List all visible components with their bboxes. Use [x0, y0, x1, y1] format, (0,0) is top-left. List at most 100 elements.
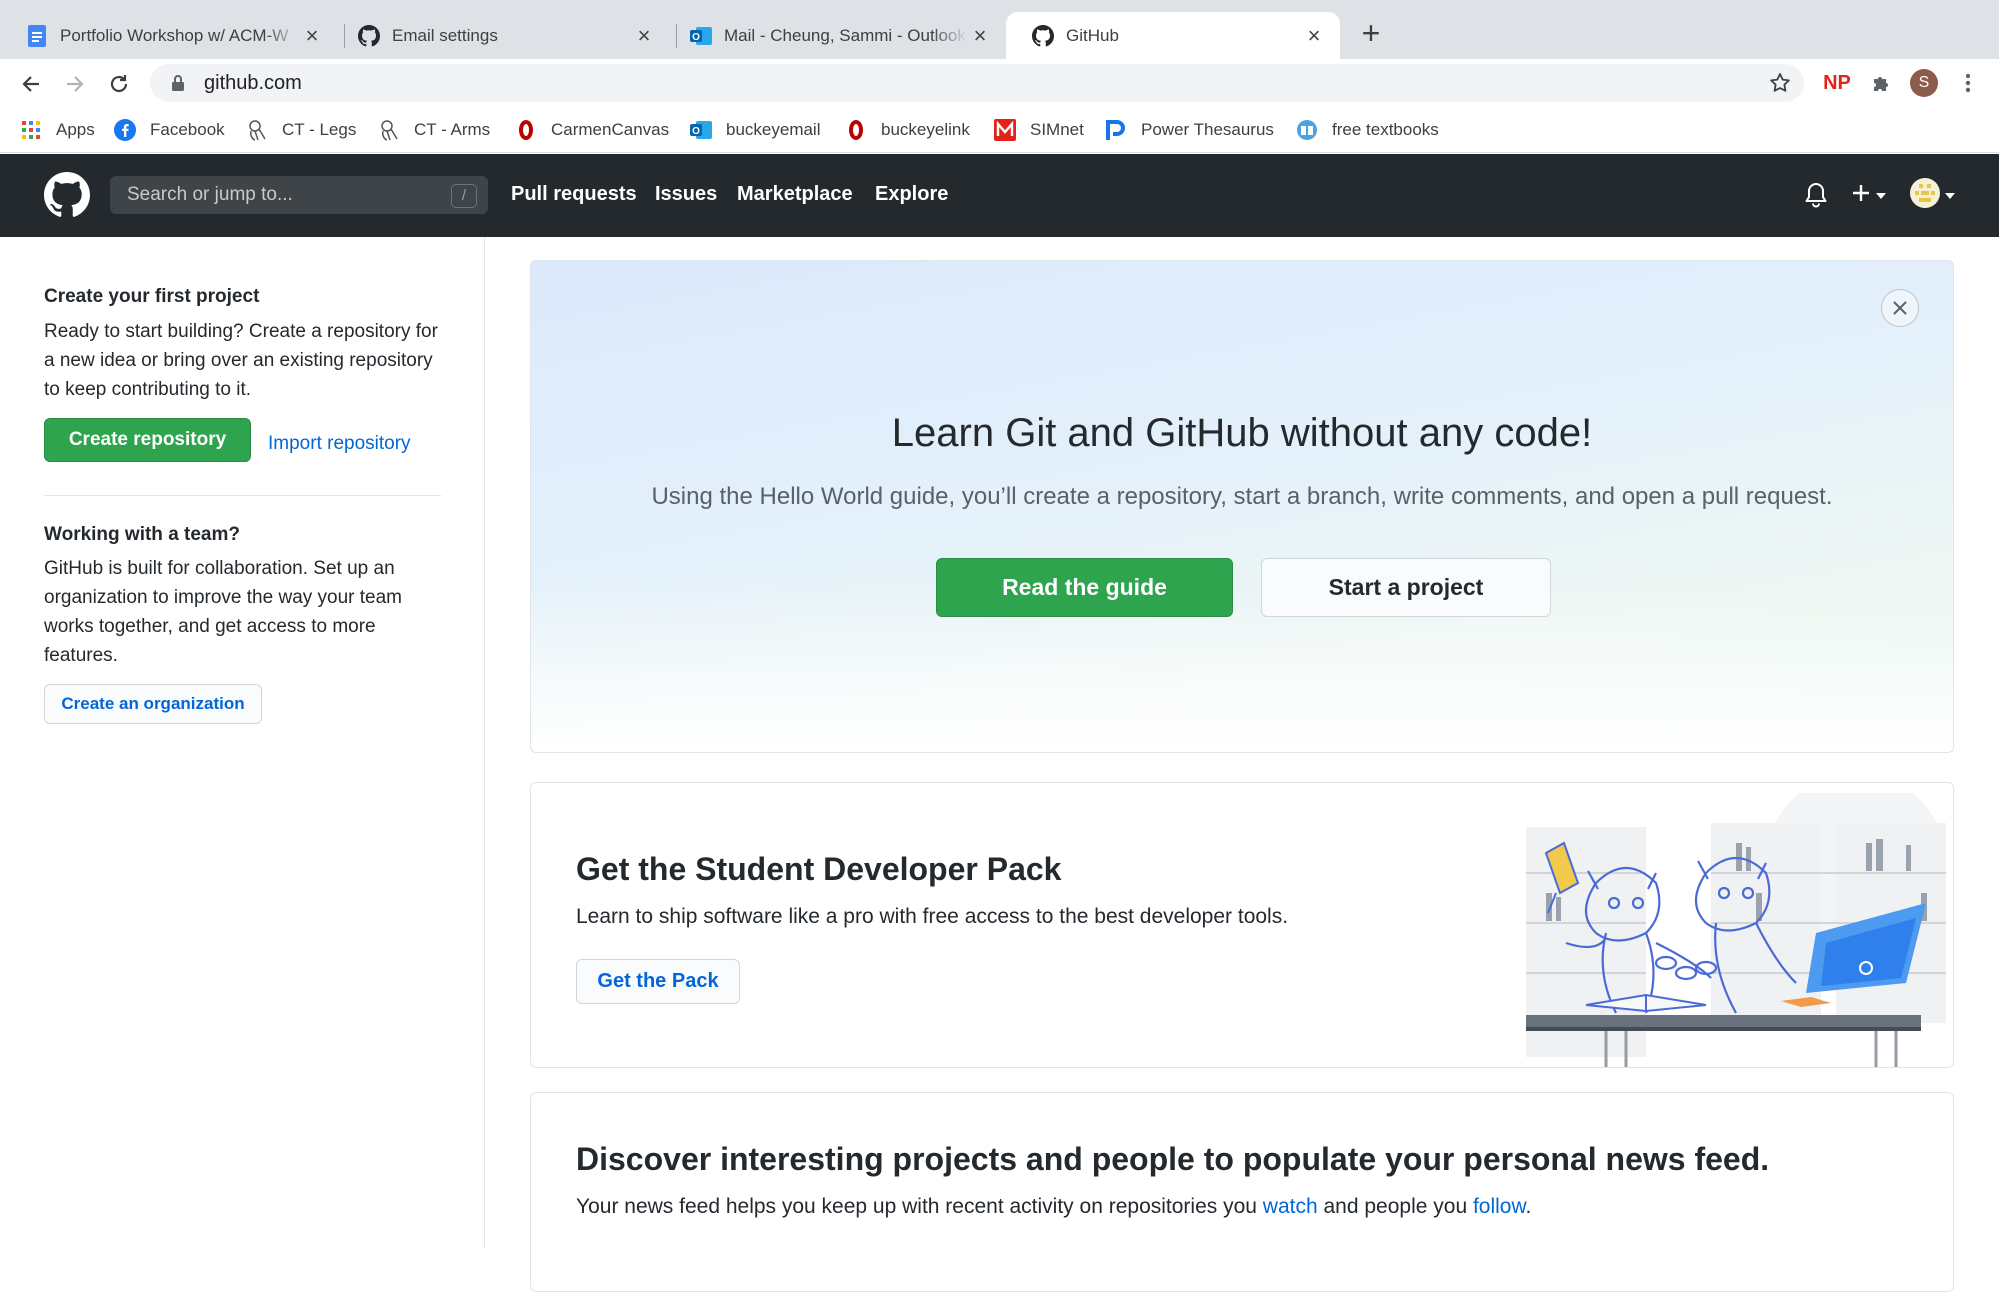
notifications-bell-icon[interactable] — [1804, 180, 1828, 210]
bookmark-power-thesaurus[interactable]: Power Thesaurus — [1105, 118, 1274, 142]
bookmark-simnet[interactable]: SIMnet — [994, 118, 1084, 142]
banner-fade — [531, 582, 1953, 752]
github-icon — [358, 24, 380, 47]
tab-outlook-mail[interactable]: O Mail - Cheung, Sammi - Outlook × — [664, 12, 1006, 59]
create-new-dropdown[interactable] — [1850, 180, 1886, 210]
nav-pull-requests[interactable]: Pull requests — [511, 183, 637, 206]
create-organization-button[interactable]: Create an organization — [44, 684, 262, 724]
outlook-icon: O — [690, 25, 712, 47]
np-extension-icon[interactable]: NP — [1820, 69, 1854, 97]
close-tab-icon[interactable]: × — [300, 23, 324, 48]
tab-label: Mail - Cheung, Sammi - Outlook — [724, 25, 966, 45]
bookmark-ct-arms[interactable]: CT - Arms — [378, 118, 490, 142]
tab-email-settings[interactable]: Email settings × — [332, 12, 670, 59]
nav-issues[interactable]: Issues — [655, 183, 717, 206]
reload-button[interactable] — [104, 69, 134, 99]
github-search: / — [110, 176, 488, 214]
anatomy-icon — [378, 119, 400, 141]
hello-world-banner: Learn Git and GitHub without any code! U… — [530, 260, 1954, 753]
sidebar-divider — [44, 495, 441, 496]
discover-text-start: Your news feed helps you keep up with re… — [576, 1195, 1263, 1218]
bookmark-facebook[interactable]: Facebook — [114, 118, 225, 142]
simnet-icon — [994, 119, 1016, 141]
close-tab-icon[interactable]: × — [968, 23, 992, 48]
user-menu-dropdown[interactable] — [1910, 177, 1955, 213]
avatar — [1910, 177, 1940, 213]
bookmark-buckeyemail[interactable]: O buckeyemail — [690, 118, 821, 142]
bookmark-label: Facebook — [150, 120, 225, 139]
dashboard-sidebar: Create your first project Ready to start… — [0, 237, 485, 1249]
octocat-illustration — [1526, 783, 1953, 1067]
import-repository-link[interactable]: Import repository — [268, 433, 411, 455]
textbook-icon — [1296, 119, 1318, 141]
close-tab-icon[interactable]: × — [632, 23, 656, 48]
bookmark-label: CT - Legs — [282, 120, 357, 139]
url-text: github.com — [204, 71, 302, 94]
github-icon — [1032, 24, 1054, 47]
student-pack-title: Get the Student Developer Pack — [576, 851, 1062, 887]
profile-avatar[interactable]: S — [1909, 69, 1939, 97]
close-banner-button[interactable] — [1881, 289, 1919, 327]
banner-title: Learn Git and GitHub without any code! — [891, 411, 1593, 455]
browser-tab-strip: Portfolio Workshop w/ ACM-W × Email sett… — [0, 0, 1999, 59]
close-tab-icon[interactable]: × — [1302, 23, 1326, 48]
bookmark-label: buckeyelink — [881, 120, 970, 139]
power-thesaurus-icon — [1105, 119, 1127, 141]
tab-portfolio-workshop[interactable]: Portfolio Workshop w/ ACM-W × — [0, 12, 338, 59]
team-text: GitHub is built for collaboration. Set u… — [44, 558, 403, 666]
svg-text:O: O — [692, 32, 700, 43]
bookmark-carmencanvas[interactable]: CarmenCanvas — [515, 118, 669, 142]
lock-icon[interactable] — [168, 73, 188, 93]
bookmark-label: Apps — [56, 120, 95, 139]
first-project-text: Ready to start building? Create a reposi… — [44, 321, 438, 400]
search-input[interactable] — [127, 184, 427, 206]
bookmark-label: free textbooks — [1332, 120, 1439, 139]
bookmarks-bar: Apps Facebook CT - Legs CT - Arms Carmen… — [0, 107, 1999, 153]
chrome-menu-icon[interactable] — [1956, 69, 1980, 97]
caret-down-icon — [1876, 186, 1886, 204]
puzzle-extensions-icon[interactable] — [1866, 69, 1896, 97]
forward-button[interactable] — [60, 69, 90, 99]
student-pack-text: Learn to ship software like a pro with f… — [576, 905, 1289, 928]
banner-subtitle: Using the Hello World guide, you’ll crea… — [651, 483, 1833, 510]
tab-label: Email settings — [392, 25, 498, 45]
osu-icon — [845, 119, 867, 141]
nav-explore[interactable]: Explore — [875, 183, 948, 206]
profile-initial: S — [1910, 69, 1938, 97]
student-pack-card: Get the Student Developer Pack Learn to … — [530, 782, 1954, 1068]
discover-text: Your news feed helps you keep up with re… — [576, 1195, 1531, 1219]
create-repository-button[interactable]: Create repository — [44, 418, 251, 462]
bookmark-label: buckeyemail — [726, 120, 821, 139]
github-header: / Pull requests Issues Marketplace Explo… — [0, 154, 1999, 237]
osu-icon — [515, 119, 537, 141]
get-the-pack-button[interactable]: Get the Pack — [576, 959, 740, 1004]
outlook-icon: O — [690, 119, 712, 141]
bookmark-label: Power Thesaurus — [1141, 120, 1274, 139]
caret-down-icon — [1945, 186, 1955, 204]
address-bar[interactable]: github.com — [150, 64, 1804, 102]
follow-link[interactable]: follow — [1473, 1195, 1526, 1218]
github-logo-icon[interactable] — [44, 172, 90, 218]
discover-card: Discover interesting projects and people… — [530, 1092, 1954, 1292]
watch-link[interactable]: watch — [1263, 1195, 1318, 1218]
bookmark-label: SIMnet — [1030, 120, 1084, 139]
bookmark-free-textbooks[interactable]: free textbooks — [1296, 118, 1439, 142]
tab-label: GitHub — [1066, 25, 1119, 45]
facebook-icon — [114, 119, 136, 141]
tab-github[interactable]: GitHub × — [1006, 12, 1340, 59]
new-tab-button[interactable]: + — [1356, 17, 1386, 49]
discover-text-end: . — [1525, 1195, 1532, 1218]
search-shortcut-key: / — [451, 184, 477, 208]
docs-icon — [26, 24, 48, 47]
anatomy-icon — [246, 119, 268, 141]
bookmark-buckeyelink[interactable]: buckeyelink — [845, 118, 970, 142]
bookmark-apps[interactable]: Apps — [20, 118, 95, 142]
discover-text-middle: and people you — [1317, 1195, 1473, 1218]
back-button[interactable] — [16, 69, 46, 99]
bookmark-ct-legs[interactable]: CT - Legs — [246, 118, 356, 142]
start-a-project-button[interactable]: Start a project — [1261, 558, 1551, 617]
nav-marketplace[interactable]: Marketplace — [737, 183, 853, 206]
read-the-guide-button[interactable]: Read the guide — [936, 558, 1233, 617]
bookmark-star-icon[interactable] — [1768, 71, 1792, 95]
first-project-title: Create your first project — [44, 286, 260, 307]
